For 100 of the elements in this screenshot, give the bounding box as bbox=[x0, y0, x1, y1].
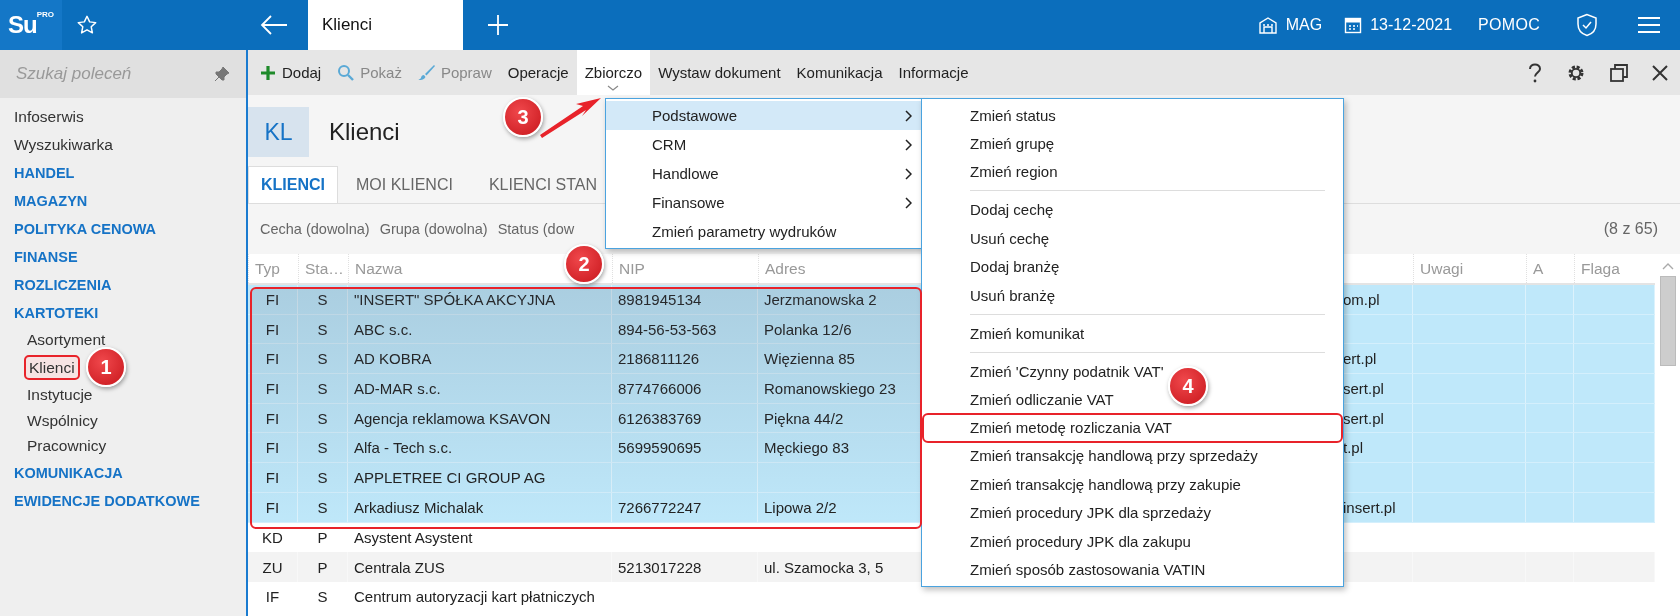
menu-icon[interactable] bbox=[1638, 16, 1660, 34]
table-cell: FI bbox=[265, 409, 280, 427]
menu-item[interactable]: Zmień 'Czynny podatnik VAT' bbox=[970, 356, 1164, 386]
menu-item[interactable]: Zmień grupę bbox=[970, 129, 1055, 158]
menu-item[interactable]: Zmień transakcję handlową przy zakupie bbox=[970, 470, 1241, 499]
sidebar-item[interactable]: Klienci bbox=[24, 354, 80, 380]
date-label[interactable]: 13-12-2021 bbox=[1370, 16, 1453, 34]
menu-item[interactable]: Dodaj cechę bbox=[970, 195, 1054, 225]
sidebar-item[interactable]: Infoserwis bbox=[14, 103, 84, 131]
table-cell: t.pl bbox=[1343, 439, 1363, 457]
toolbar-button[interactable]: Zbiorczo bbox=[576, 50, 651, 95]
chevron-right-icon bbox=[905, 138, 912, 151]
sidebar-item[interactable]: Pracownicy bbox=[27, 433, 107, 459]
help-link[interactable]: POMOC bbox=[1478, 16, 1540, 34]
plus-icon[interactable] bbox=[487, 14, 509, 36]
toolbar-button[interactable]: Wystaw dokument bbox=[650, 50, 789, 95]
menu-item[interactable]: Finansowe bbox=[606, 188, 922, 217]
store-label[interactable]: MAG bbox=[1285, 16, 1323, 34]
search-field[interactable]: Szukaj poleceń bbox=[14, 63, 214, 85]
filter-dropdown[interactable]: Cecha (dowolna) bbox=[260, 221, 370, 237]
menu-item[interactable]: Zmień sposób zastosowania VATIN bbox=[970, 555, 1206, 584]
sidebar-item[interactable]: EWIDENCJE DODATKOWE bbox=[14, 486, 200, 515]
menu-item[interactable]: Zmień status bbox=[970, 101, 1056, 130]
table-cell: Alfa - Tech s.c. bbox=[354, 439, 453, 457]
sidebar-item[interactable]: KOMUNIKACJA bbox=[14, 458, 123, 487]
table-cell: Agencja reklamowa KSAVON bbox=[354, 409, 551, 427]
table-cell: 6126383769 bbox=[618, 409, 702, 427]
menu-item[interactable]: Handlowe bbox=[606, 159, 922, 188]
filter-dropdown[interactable]: Grupa (dowolna) bbox=[379, 221, 488, 237]
pin-icon[interactable] bbox=[214, 66, 230, 82]
menu-item[interactable]: Usuń branżę bbox=[970, 280, 1056, 310]
table-cell: FI bbox=[265, 379, 280, 397]
table-cell: Centrum autoryzacji kart płatniczych bbox=[354, 588, 595, 606]
sidebar-item[interactable]: POLITYKA CENOWA bbox=[14, 215, 157, 243]
toolbar-button[interactable]: Operacje bbox=[499, 50, 577, 95]
table-cell: 2186811126 bbox=[618, 350, 700, 368]
menu-item[interactable]: Zmień komunikat bbox=[970, 318, 1085, 348]
logo[interactable]: Su$^{PRO}$ bbox=[0, 0, 62, 50]
close-icon[interactable] bbox=[1652, 64, 1668, 81]
table-cell: 5699590695 bbox=[618, 439, 702, 457]
restore-icon[interactable] bbox=[1610, 63, 1628, 82]
table-cell: S bbox=[317, 498, 328, 516]
menu-item[interactable]: Podstawowe bbox=[606, 101, 922, 130]
tab[interactable]: MOI KLIENCI bbox=[338, 166, 471, 203]
toolbar-button[interactable]: Komunikacja bbox=[788, 50, 891, 95]
table-cell: 8774766006 bbox=[618, 379, 702, 397]
table-cell: Asystent Asystent bbox=[354, 528, 473, 546]
scroll-thumb[interactable] bbox=[1659, 276, 1676, 366]
filter-dropdown[interactable]: Status (dow bbox=[497, 221, 575, 237]
toolbar-button[interactable]: Informacje bbox=[890, 50, 977, 95]
shield-check-icon[interactable] bbox=[1576, 13, 1598, 37]
sidebar-item[interactable]: HANDEL bbox=[14, 159, 75, 187]
sidebar-item[interactable]: FINANSE bbox=[14, 243, 78, 271]
table-cell: KD bbox=[262, 528, 283, 546]
table-cell: Arkadiusz Michalak bbox=[354, 498, 484, 516]
document-tab[interactable]: Klienci bbox=[308, 0, 463, 50]
menu-item[interactable]: CRM bbox=[606, 130, 922, 159]
table-cell: Lipowa 2/2 bbox=[764, 498, 837, 516]
menu-item[interactable]: Zmień region bbox=[970, 157, 1058, 187]
sidebar-item[interactable]: ROZLICZENIA bbox=[14, 271, 112, 299]
sidebar-item[interactable]: Wyszukiwarka bbox=[14, 131, 113, 159]
table-cell: AD-MAR s.c. bbox=[354, 379, 441, 397]
caret-icon bbox=[607, 85, 620, 91]
menu-item[interactable]: Usuń cechę bbox=[970, 224, 1050, 253]
chevron-right-icon bbox=[905, 167, 912, 180]
menu-item[interactable]: Zmień procedury JPK dla sprzedaży bbox=[970, 498, 1211, 527]
page-title: Klienci bbox=[329, 118, 400, 146]
sidebar-item[interactable]: Wspólnicy bbox=[27, 407, 98, 433]
annotation-arrow bbox=[540, 97, 602, 139]
plus-icon bbox=[260, 64, 276, 81]
menu-item[interactable]: Zmień transakcję handlową przy sprzedaży bbox=[970, 441, 1258, 471]
menu-item[interactable]: Dodaj branżę bbox=[970, 252, 1060, 281]
chevron-right-icon bbox=[905, 196, 912, 209]
table-cell: S bbox=[317, 439, 328, 457]
table-cell: sert.pl bbox=[1343, 379, 1384, 397]
table-cell: Centrala ZUS bbox=[354, 558, 445, 576]
tab[interactable]: KLIENCI bbox=[248, 166, 338, 203]
table-cell: sert.pl bbox=[1343, 409, 1384, 427]
table-cell: ul. Szamocka 3, 5 bbox=[764, 558, 884, 576]
table-cell: Polanka 12/6 bbox=[764, 320, 852, 338]
menu-item[interactable]: Zmień odliczanie VAT bbox=[970, 385, 1114, 414]
table-cell: P bbox=[317, 528, 328, 546]
star-icon[interactable] bbox=[76, 14, 98, 36]
sidebar-item[interactable]: MAGAZYN bbox=[14, 187, 88, 215]
brush-icon bbox=[417, 64, 435, 81]
toolbar-button[interactable]: Dodaj bbox=[252, 50, 330, 95]
table-cell: S bbox=[317, 320, 328, 338]
menu-item[interactable]: Zmień metodę rozliczania VAT bbox=[922, 412, 1343, 443]
table-cell: 5213017228 bbox=[618, 558, 702, 576]
search-bar[interactable]: Szukaj poleceń bbox=[0, 50, 246, 98]
sidebar-item[interactable]: KARTOTEKI bbox=[14, 299, 99, 327]
chevron-right-icon bbox=[905, 109, 912, 122]
menu-item[interactable]: Zmień parametry wydruków bbox=[606, 217, 922, 246]
menu-item[interactable]: Zmień procedury JPK dla zakupu bbox=[970, 526, 1191, 556]
table-cell: om.pl bbox=[1343, 290, 1380, 308]
table-cell: Męckiego 83 bbox=[764, 439, 850, 457]
table-cell: FI bbox=[265, 468, 280, 486]
help-icon[interactable] bbox=[1528, 62, 1542, 83]
back-arrow-icon[interactable] bbox=[260, 15, 288, 35]
table-cell: Więzienna 85 bbox=[764, 350, 855, 368]
